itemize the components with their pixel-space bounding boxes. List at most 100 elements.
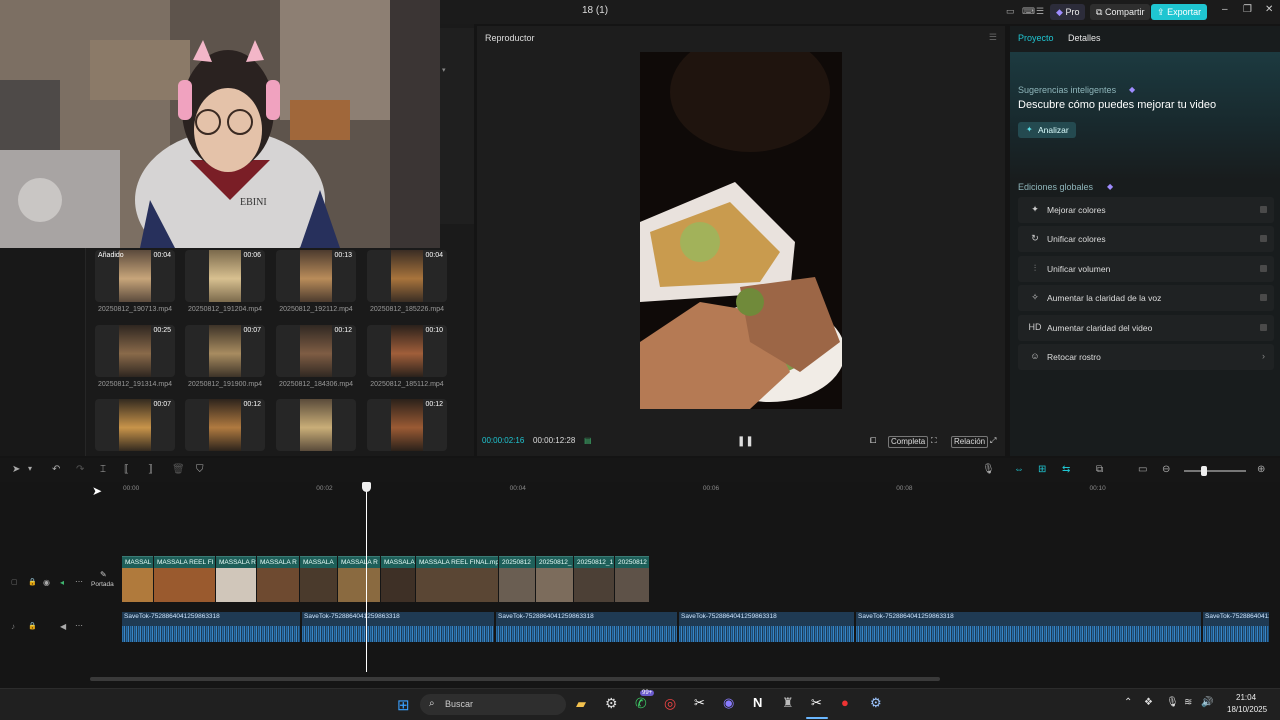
video-clip[interactable]: 20250812_ [536, 556, 573, 602]
share-button[interactable]: ⧉ Compartir [1090, 4, 1151, 20]
media-thumbnail[interactable]: 00:07 [95, 399, 175, 451]
more-icon[interactable]: ⋯ [75, 621, 83, 630]
global-edit-item[interactable]: ✦ Mejorar colores [1018, 197, 1274, 223]
media-thumbnail[interactable]: 00:25 [95, 325, 175, 377]
video-clip[interactable]: 20250812 [499, 556, 535, 602]
wifi-icon[interactable]: ≋ [1184, 697, 1192, 708]
toggle-checkbox[interactable] [1260, 323, 1267, 331]
pause-button[interactable]: ❚❚ [737, 436, 754, 447]
capcut-icon[interactable]: ✂ [694, 695, 705, 711]
video-clip[interactable]: MASSALA R [338, 556, 380, 602]
full-quality-button[interactable]: Completa [888, 436, 929, 448]
media-thumbnail[interactable]: 00:06 [185, 250, 265, 302]
taskbar-search[interactable]: ⌕ Buscar [420, 694, 566, 715]
audio-on-icon[interactable]: ◂ [60, 578, 64, 587]
menu-icon[interactable]: ☰ [989, 32, 997, 43]
media-thumbnail[interactable]: 00:12 [185, 399, 265, 451]
tab-project[interactable]: Proyecto [1018, 33, 1054, 43]
video-clip[interactable]: MASSALA [381, 556, 415, 602]
toggle-checkbox[interactable] [1260, 264, 1267, 272]
timeline-scrollbar[interactable] [90, 677, 940, 681]
volume-icon[interactable]: 🔊 [1201, 697, 1213, 708]
fit-icon[interactable]: ⛶ [931, 436, 937, 446]
chatgpt-icon[interactable]: ⚙ [605, 695, 618, 712]
split-icon[interactable]: ⌶ [100, 464, 106, 475]
media-thumbnail[interactable]: 00:04 Añadido [95, 250, 175, 302]
chevron-up-icon[interactable]: ⌃ [1124, 697, 1132, 708]
file-explorer-icon[interactable]: ▰ [576, 696, 586, 712]
clock-date[interactable]: 18/10/2025 [1227, 705, 1267, 714]
zoom-in-icon[interactable]: ⊕ [1257, 464, 1265, 475]
export-button[interactable]: ⇪ Exportar [1151, 4, 1208, 20]
aspect-ratio-button[interactable]: Relación [951, 436, 989, 448]
cover-button[interactable]: ✎ Portada [90, 570, 118, 592]
global-edit-item[interactable]: ⫶ Unificar volumen [1018, 255, 1274, 282]
zoom-out-icon[interactable]: ⊖ [1162, 464, 1170, 475]
video-preview[interactable] [640, 52, 842, 409]
video-clip[interactable]: 20250812_1 [574, 556, 614, 602]
audio-clip[interactable]: SaveTok-7528864041259863318 [679, 612, 854, 642]
media-thumbnail[interactable]: 00:10 [367, 325, 447, 377]
trim-right-icon[interactable]: ⟧ [148, 464, 153, 475]
playhead[interactable] [366, 482, 367, 672]
global-edit-item[interactable]: ✧ Aumentar la claridad de la voz [1018, 285, 1274, 312]
video-clip[interactable]: 20250812 [615, 556, 649, 602]
chevron-down-icon[interactable]: ▾ [442, 66, 446, 74]
undo-icon[interactable]: ↶ [52, 464, 60, 475]
link-icon[interactable]: ⇔ [1014, 464, 1024, 475]
preview-axis-icon[interactable]: ⧉ [1096, 464, 1103, 475]
toggle-checkbox[interactable] [1260, 206, 1267, 213]
settings-icon[interactable]: ⚙ [870, 695, 882, 711]
media-thumbnail[interactable]: 00:04 [367, 250, 447, 302]
chevron-down-icon[interactable]: ▾ [28, 464, 32, 473]
media-thumbnail[interactable]: 00:12 [276, 325, 356, 377]
crop-icon[interactable]: ⧠ [870, 436, 876, 446]
global-edit-item[interactable]: HD Aumentar claridad del video [1018, 314, 1274, 341]
lock-icon[interactable]: 🔒 [28, 578, 37, 586]
delete-icon[interactable]: 🗑 [172, 464, 185, 475]
fullscreen-icon[interactable]: ⤢ [990, 436, 996, 446]
video-clip[interactable]: MASSAL [122, 556, 153, 602]
marker-icon[interactable]: ⛉ [196, 464, 204, 475]
toggle-checkbox[interactable] [1260, 235, 1267, 243]
more-icon[interactable]: ⋯ [75, 577, 83, 586]
trim-left-icon[interactable]: ⟦ [124, 464, 129, 475]
eye-icon[interactable]: ◉ [43, 578, 50, 587]
playhead-handle[interactable] [362, 482, 371, 492]
global-edit-item[interactable]: ↻ Unificar colores [1018, 226, 1274, 253]
pro-button[interactable]: ◆ Pro [1050, 4, 1086, 20]
microphone-icon[interactable]: 🎙 [1166, 697, 1179, 708]
maximize-icon[interactable]: ❐ [1243, 4, 1252, 15]
redo-icon[interactable]: ↷ [76, 464, 84, 475]
layout-icon[interactable]: ▭ [1006, 6, 1015, 17]
lock-icon[interactable]: 🔒 [28, 622, 37, 630]
snap-icon[interactable]: ⇆ [1062, 464, 1070, 475]
whatsapp-icon[interactable]: ✆ [635, 695, 647, 712]
notion-icon[interactable]: N [753, 695, 762, 710]
magnet-icon[interactable]: ⊞ [1038, 464, 1046, 475]
keyboard-icon[interactable]: ⌨ [1022, 6, 1035, 17]
video-clip[interactable]: MASSALA R [216, 556, 256, 602]
app-icon[interactable]: ♜ [782, 695, 794, 711]
audio-clip[interactable]: SaveTok-7528864041259863318 [1203, 612, 1269, 642]
audio-clip[interactable]: SaveTok-7528864041259863318 [856, 612, 1201, 642]
video-clip[interactable]: MASSALA REEL FI [154, 556, 215, 602]
speaker-icon[interactable]: ◀ [60, 622, 66, 631]
media-thumbnail[interactable]: 00:07 [185, 325, 265, 377]
media-thumbnail[interactable] [276, 399, 356, 451]
media-thumbnail[interactable]: 00:13 [276, 250, 356, 302]
discord-icon[interactable]: ◉ [723, 695, 734, 711]
audio-clip[interactable]: SaveTok-7528864041259863318 [122, 612, 300, 642]
tray-app-icon[interactable]: ❖ [1144, 697, 1153, 708]
audio-clip[interactable]: SaveTok-7528864041259863318 [496, 612, 677, 642]
capcut-active-icon[interactable]: ✂ [811, 695, 822, 711]
zoom-slider-handle[interactable] [1201, 466, 1207, 476]
timeline-ruler[interactable]: 00:00 00:02 00:04 00:06 00:08 00:10 [120, 482, 1280, 496]
media-thumbnail[interactable]: 00:12 [367, 399, 447, 451]
windows-start-icon[interactable]: ⊞ [397, 696, 410, 714]
minimize-icon[interactable]: – [1222, 4, 1228, 15]
caption-icon[interactable]: ▭ [1138, 464, 1147, 475]
microphone-icon[interactable]: 🎙 [982, 464, 995, 475]
chrome-icon[interactable]: ◎ [664, 695, 676, 712]
analyze-button[interactable]: ✦ Analizar [1018, 122, 1076, 138]
